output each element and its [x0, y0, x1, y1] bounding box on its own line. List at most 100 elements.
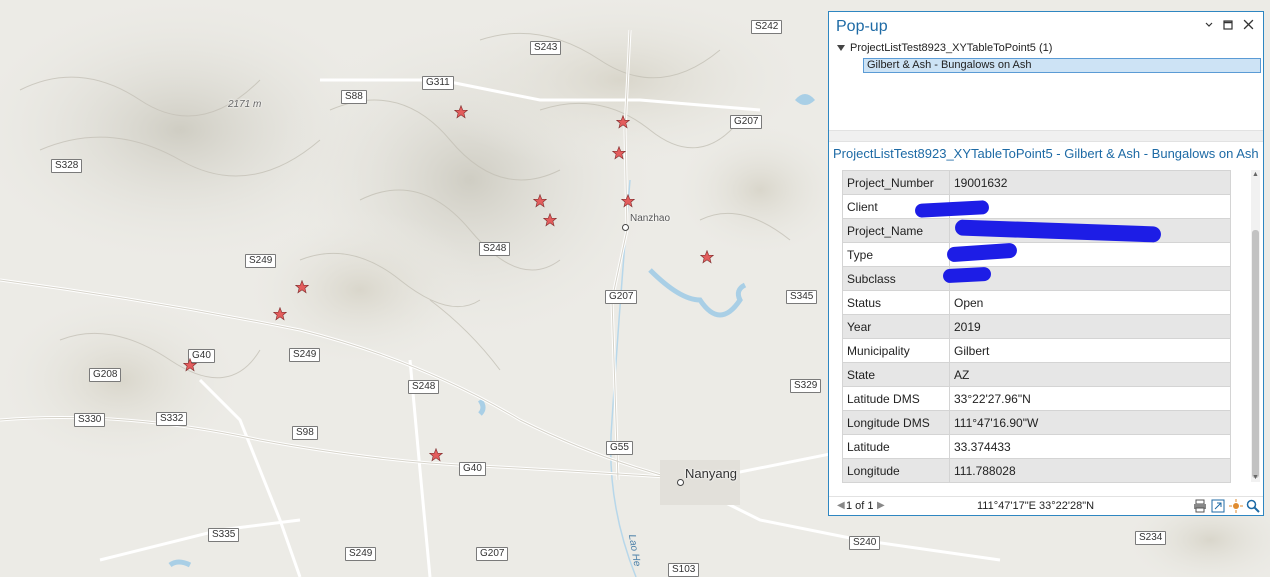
road-s328: S328 — [51, 159, 83, 173]
close-icon[interactable] — [1240, 18, 1256, 34]
field-name: Project_Name — [842, 218, 950, 243]
field-name: Latitude — [842, 434, 950, 459]
field-value — [949, 266, 1231, 291]
tree-layer-item[interactable]: ProjectListTest8923_XYTableToPoint5 (1) — [837, 42, 1052, 54]
road-s103: S103 — [668, 563, 700, 577]
road-s242: S242 — [751, 20, 783, 34]
feature-star[interactable] — [612, 146, 626, 160]
field-name: State — [842, 362, 950, 387]
road-s98: S98 — [292, 426, 318, 440]
attribute-table: Project_Number 19001632 Client Project_Na… — [842, 170, 1231, 483]
export-icon[interactable] — [1211, 499, 1225, 513]
road-g311: G311 — [422, 76, 454, 90]
field-name: Municipality — [842, 338, 950, 363]
feature-header-link[interactable]: ProjectListTest8923_XYTableToPoint5 - Gi… — [833, 146, 1259, 161]
field-name: Type — [842, 242, 950, 267]
table-row: Latitude DMS 33°22'27.96"N — [842, 386, 1231, 411]
field-value: 2019 — [949, 314, 1231, 339]
table-row: Status Open — [842, 290, 1231, 315]
road-s248-north: S248 — [479, 242, 511, 256]
road-g40-east: G40 — [459, 462, 486, 476]
road-g55: G55 — [606, 441, 633, 455]
nanzhao-label: Nanzhao — [630, 213, 671, 224]
road-g207-mid: G207 — [605, 290, 638, 304]
road-s345: S345 — [786, 290, 818, 304]
table-row: Year 2019 — [842, 314, 1231, 339]
next-icon[interactable]: ▶ — [877, 500, 885, 511]
scroll-down-icon[interactable]: ▼ — [1251, 473, 1260, 482]
field-value: Open — [949, 290, 1231, 315]
road-s332: S332 — [156, 412, 188, 426]
expand-triangle-icon[interactable] — [837, 45, 845, 52]
table-row: Project_Number 19001632 — [842, 170, 1231, 195]
road-g207-north: G207 — [730, 115, 763, 129]
pager-text: 1 of 1 — [846, 500, 874, 512]
field-name: Longitude DMS — [842, 410, 950, 435]
tree-feature-item[interactable]: Gilbert & Ash - Bungalows on Ash — [863, 58, 1261, 73]
road-s240: S240 — [849, 536, 881, 550]
table-row: Longitude DMS 111°47'16.90"W — [842, 410, 1231, 435]
feature-star[interactable] — [183, 358, 197, 372]
table-row: Longitude 111.788028 — [842, 458, 1231, 483]
field-name: Subclass — [842, 266, 950, 291]
feature-star[interactable] — [273, 307, 287, 321]
feature-star[interactable] — [454, 105, 468, 119]
field-name: Status — [842, 290, 950, 315]
print-icon[interactable] — [1193, 499, 1207, 513]
zoom-to-icon[interactable] — [1246, 499, 1260, 513]
nanyang-label: Nanyang — [685, 466, 738, 481]
road-s330: S330 — [74, 413, 106, 427]
field-value: 33.374433 — [949, 434, 1231, 459]
popup-pane: Pop-up ProjectListTest8923_XYTableToPoin… — [828, 11, 1264, 516]
field-value — [949, 194, 1231, 219]
table-row: Client — [842, 194, 1231, 219]
popup-title: Pop-up — [836, 18, 888, 35]
road-s335: S335 — [208, 528, 240, 542]
road-g208: G208 — [89, 368, 122, 382]
feature-star[interactable] — [295, 280, 309, 294]
road-s329: S329 — [790, 379, 822, 393]
field-value: AZ — [949, 362, 1231, 387]
field-name: Longitude — [842, 458, 950, 483]
road-s249-south: S249 — [345, 547, 377, 561]
scroll-up-icon[interactable]: ▲ — [1251, 170, 1260, 179]
feature-star[interactable] — [533, 194, 547, 208]
feature-star[interactable] — [543, 213, 557, 227]
nanyang-dot — [677, 479, 684, 486]
pane-divider[interactable] — [829, 130, 1263, 142]
road-s243: S243 — [530, 41, 562, 55]
field-value: 111°47'16.90"W — [949, 410, 1231, 435]
field-name: Project_Number — [842, 170, 950, 195]
road-s249-west: S249 — [245, 254, 277, 268]
maximize-icon[interactable] — [1220, 18, 1236, 34]
feature-star[interactable] — [429, 448, 443, 462]
table-row: Municipality Gilbert — [842, 338, 1231, 363]
previous-icon[interactable]: ◀ — [837, 500, 845, 511]
scrollbar-thumb[interactable] — [1252, 230, 1259, 478]
field-value: 33°22'27.96"N — [949, 386, 1231, 411]
redaction-mark — [942, 266, 992, 284]
field-value: Gilbert — [949, 338, 1231, 363]
coordinates-readout: 111°47'17"E 33°22'28"N — [977, 500, 1095, 512]
feature-star[interactable] — [621, 194, 635, 208]
table-row: State AZ — [842, 362, 1231, 387]
popup-footer: ◀ 1 of 1 ▶ 111°47'17"E 33°22'28"N — [829, 496, 1263, 517]
field-name: Latitude DMS — [842, 386, 950, 411]
feature-tree: ProjectListTest8923_XYTableToPoint5 (1) … — [833, 40, 1261, 130]
road-s249-mid: S249 — [289, 348, 321, 362]
field-value: 111.788028 — [949, 458, 1231, 483]
table-row: Type — [842, 242, 1231, 267]
nanzhao-dot — [622, 224, 629, 231]
road-g207-south: G207 — [476, 547, 509, 561]
road-s88: S88 — [341, 90, 367, 104]
feature-star[interactable] — [700, 250, 714, 264]
field-value: 19001632 — [949, 170, 1231, 195]
table-row: Subclass — [842, 266, 1231, 291]
chevron-down-icon[interactable] — [1201, 18, 1217, 34]
tree-layer-label: ProjectListTest8923_XYTableToPoint5 (1) — [850, 42, 1053, 54]
feature-star[interactable] — [616, 115, 630, 129]
elevation-label: 2171 m — [228, 99, 262, 110]
road-s234: S234 — [1135, 531, 1167, 545]
road-s248-south: S248 — [408, 380, 440, 394]
flash-feature-icon[interactable] — [1229, 499, 1243, 513]
